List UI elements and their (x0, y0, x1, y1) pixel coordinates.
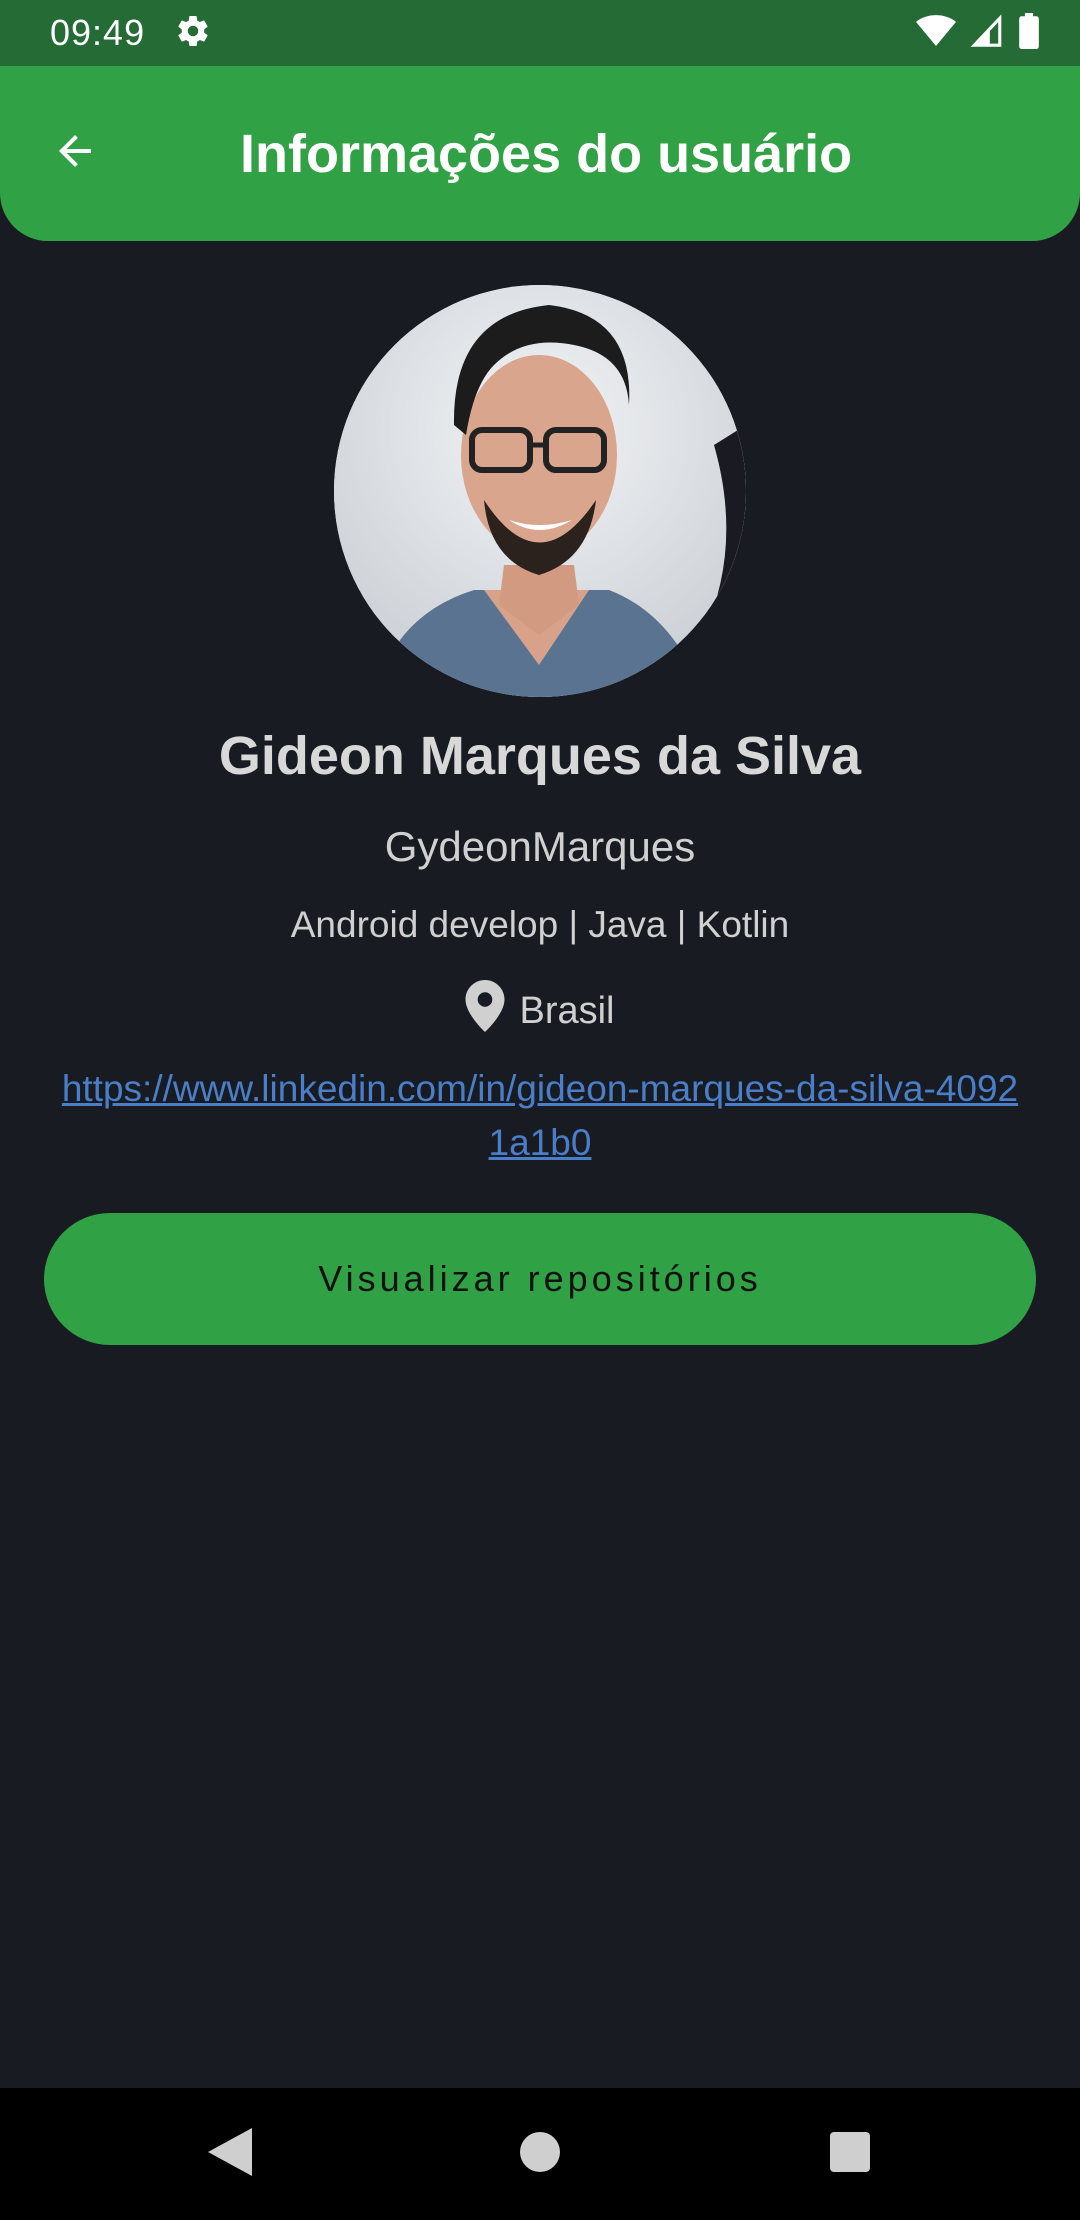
wifi-icon (916, 14, 956, 53)
status-right (916, 12, 1040, 54)
back-triangle-icon (208, 2127, 252, 2181)
app-bar: Informações do usuário (0, 66, 1080, 241)
signal-icon (970, 13, 1004, 53)
user-bio: Android develop | Java | Kotlin (290, 904, 790, 945)
status-left: 09:49 (50, 12, 211, 54)
location-label: Brasil (519, 989, 615, 1032)
user-name: Gideon Marques da Silva (218, 726, 862, 786)
status-bar: 09:49 (0, 0, 1080, 66)
nav-back-button[interactable] (200, 2124, 260, 2184)
back-button[interactable] (45, 124, 105, 184)
nav-recents-button[interactable] (820, 2124, 880, 2184)
gear-icon (175, 13, 211, 54)
view-repositories-button[interactable]: Visualizar repositórios (44, 1213, 1036, 1345)
home-circle-icon (519, 2131, 561, 2178)
status-time: 09:49 (50, 12, 146, 53)
recents-square-icon (829, 2131, 871, 2178)
user-location: Brasil (0, 980, 1080, 1042)
linkedin-link[interactable]: https://www.linkedin.com/in/gideon-marqu… (55, 1062, 1025, 1170)
user-login: GydeonMarques (384, 823, 696, 870)
battery-icon (1018, 12, 1040, 54)
avatar (334, 285, 746, 697)
system-nav-bar (0, 2088, 1080, 2220)
location-pin-icon (465, 980, 505, 1042)
page-title: Informações do usuário (240, 123, 853, 184)
nav-home-button[interactable] (510, 2124, 570, 2184)
arrow-back-icon (51, 127, 99, 180)
